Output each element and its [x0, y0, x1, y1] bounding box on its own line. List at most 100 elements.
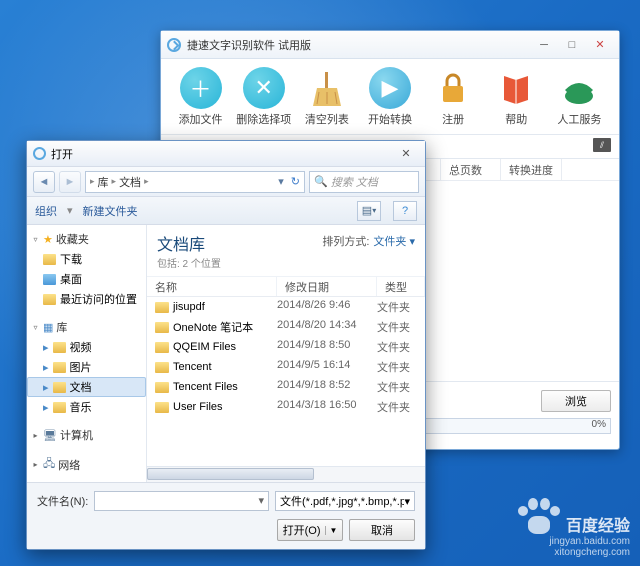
add-file-button[interactable]: ＋添加文件	[172, 67, 230, 127]
view-button[interactable]: ▤▾	[357, 201, 381, 221]
network-icon: 🖧	[43, 455, 55, 474]
folder-icon	[155, 322, 169, 333]
folder-icon	[43, 254, 56, 265]
help-button[interactable]: 帮助	[487, 67, 545, 127]
col-date[interactable]: 修改日期	[277, 277, 377, 296]
file-list[interactable]: jisupdf2014/8/26 9:46文件夹OneNote 笔记本2014/…	[147, 297, 425, 466]
folder-icon	[155, 402, 169, 413]
folder-icon	[53, 342, 66, 353]
sort-dropdown[interactable]: 文件夹 ▾	[373, 233, 415, 249]
clear-button[interactable]: 清空列表	[298, 67, 356, 127]
main-title: 捷速文字识别软件 试用版	[187, 37, 529, 53]
nav-row: ◄ ► ▸ 库 ▸ 文档 ▸ ▾ ↻ 🔍 搜索 文档	[27, 167, 425, 197]
service-button[interactable]: 人工服务	[550, 67, 608, 127]
x-icon: ✕	[243, 67, 285, 109]
phone-icon	[558, 67, 600, 109]
folder-icon	[155, 382, 169, 393]
refresh-icon[interactable]: ↻	[291, 175, 300, 188]
file-row[interactable]: Tencent2014/9/5 16:14文件夹	[147, 357, 425, 377]
search-input[interactable]: 🔍 搜索 文档	[309, 171, 419, 193]
new-folder-button[interactable]: 新建文件夹	[83, 203, 138, 219]
organize-menu[interactable]: 组织	[35, 203, 57, 219]
file-columns[interactable]: 名称 修改日期 类型	[147, 277, 425, 297]
breadcrumb[interactable]: ▸ 库 ▸ 文档 ▸ ▾ ↻	[85, 171, 305, 193]
main-titlebar[interactable]: 捷速文字识别软件 试用版 ─ □ ✕	[161, 31, 619, 59]
file-row[interactable]: jisupdf2014/8/26 9:46文件夹	[147, 297, 425, 317]
filename-label: 文件名(N):	[37, 493, 88, 509]
file-row[interactable]: User Files2014/3/18 16:50文件夹	[147, 397, 425, 417]
open-titlebar[interactable]: 打开 ✕	[27, 141, 425, 167]
col-progress[interactable]: 转换进度	[501, 159, 562, 180]
open-close-button[interactable]: ✕	[393, 146, 419, 162]
play-icon: ▶	[369, 67, 411, 109]
computer-icon: 🖥	[43, 429, 57, 442]
app-icon	[167, 38, 181, 52]
tree-libraries[interactable]: ▿▦库	[27, 317, 146, 337]
folder-icon	[43, 294, 56, 305]
forward-button[interactable]: ►	[59, 171, 81, 193]
scroll-thumb[interactable]	[147, 468, 314, 480]
picture-icon: ▸	[43, 361, 49, 374]
back-button[interactable]: ◄	[33, 171, 55, 193]
dialog-footer: 文件名(N): ▾ 文件(*.pdf,*.jpg*,*.bmp,*.png,*▾…	[27, 482, 425, 549]
close-button[interactable]: ✕	[587, 36, 613, 54]
tree-downloads[interactable]: 下载	[27, 249, 146, 269]
collapse-icon[interactable]: ⫽	[593, 138, 611, 152]
h-scrollbar[interactable]	[147, 466, 425, 482]
tree-computer[interactable]: ▸🖥计算机	[27, 425, 146, 445]
broom-icon	[306, 67, 348, 109]
music-icon: ▸	[43, 401, 49, 414]
search-icon: 🔍	[314, 175, 328, 188]
maximize-button[interactable]: □	[559, 36, 585, 54]
register-button[interactable]: 注册	[424, 67, 482, 127]
file-row[interactable]: QQEIM Files2014/9/18 8:50文件夹	[147, 337, 425, 357]
cancel-button[interactable]: 取消	[349, 519, 415, 541]
file-panel: 文档库 包括: 2 个位置 排列方式: 文件夹 ▾ 名称 修改日期 类型 jis…	[147, 225, 425, 482]
dropdown-icon[interactable]: ▾	[278, 175, 284, 188]
tree-network[interactable]: ▸🖧网络	[27, 453, 146, 476]
open-dialog: 打开 ✕ ◄ ► ▸ 库 ▸ 文档 ▸ ▾ ↻ 🔍 搜索 文档 组织▾ 新建文件…	[26, 140, 426, 550]
file-row[interactable]: OneNote 笔记本2014/8/20 14:34文件夹	[147, 317, 425, 337]
star-icon: ★	[43, 233, 53, 246]
chevron-icon: ▸	[112, 176, 117, 187]
folder-icon	[53, 362, 66, 373]
toolbar-row: 组织▾ 新建文件夹 ▤▾ ?	[27, 197, 425, 225]
tree-favorites[interactable]: ▿★收藏夹	[27, 229, 146, 249]
folder-icon	[53, 402, 66, 413]
library-icon: ▦	[43, 321, 53, 334]
open-button[interactable]: 打开(O)▼	[277, 519, 343, 541]
tree-pictures[interactable]: ▸图片	[27, 357, 146, 377]
folder-icon	[155, 362, 169, 373]
minimize-button[interactable]: ─	[531, 36, 557, 54]
document-icon: ▸	[43, 381, 49, 394]
filename-input[interactable]: ▾	[94, 491, 269, 511]
folder-icon	[155, 342, 169, 353]
tree-desktop[interactable]: 桌面	[27, 269, 146, 289]
tree-documents[interactable]: ▸文档	[27, 377, 146, 397]
chevron-icon: ▸	[90, 176, 95, 187]
col-pages[interactable]: 总页数	[441, 159, 501, 180]
book-icon	[495, 67, 537, 109]
tree-videos[interactable]: ▸视频	[27, 337, 146, 357]
video-icon: ▸	[43, 341, 49, 354]
panel-subheading: 包括: 2 个位置	[157, 255, 221, 270]
col-type[interactable]: 类型	[377, 277, 425, 296]
watermark: 百度经验 jingyan.baidu.com xitongcheng.com	[549, 512, 630, 558]
main-toolbar: ＋添加文件 ✕删除选择项 清空列表 ▶开始转换 注册 帮助 人工服务	[161, 59, 619, 135]
folder-tree[interactable]: ▿★收藏夹 下载 桌面 最近访问的位置 ▿▦库 ▸视频 ▸图片 ▸文档 ▸音乐 …	[27, 225, 147, 482]
start-button[interactable]: ▶开始转换	[361, 67, 419, 127]
file-row[interactable]: Tencent Files2014/9/18 8:52文件夹	[147, 377, 425, 397]
browse-button[interactable]: 浏览	[541, 390, 611, 412]
dropdown-icon: ▾	[404, 495, 410, 508]
chevron-icon: ▸	[144, 176, 149, 187]
tree-recent[interactable]: 最近访问的位置	[27, 289, 146, 309]
folder-icon	[155, 302, 169, 313]
help-icon-button[interactable]: ?	[393, 201, 417, 221]
tree-music[interactable]: ▸音乐	[27, 397, 146, 417]
open-title: 打开	[51, 146, 391, 162]
dropdown-icon[interactable]: ▾	[254, 492, 268, 509]
lock-icon	[432, 67, 474, 109]
delete-button[interactable]: ✕删除选择项	[235, 67, 293, 127]
col-name[interactable]: 名称	[147, 277, 277, 296]
filetype-dropdown[interactable]: 文件(*.pdf,*.jpg*,*.bmp,*.png,*▾	[275, 491, 415, 511]
